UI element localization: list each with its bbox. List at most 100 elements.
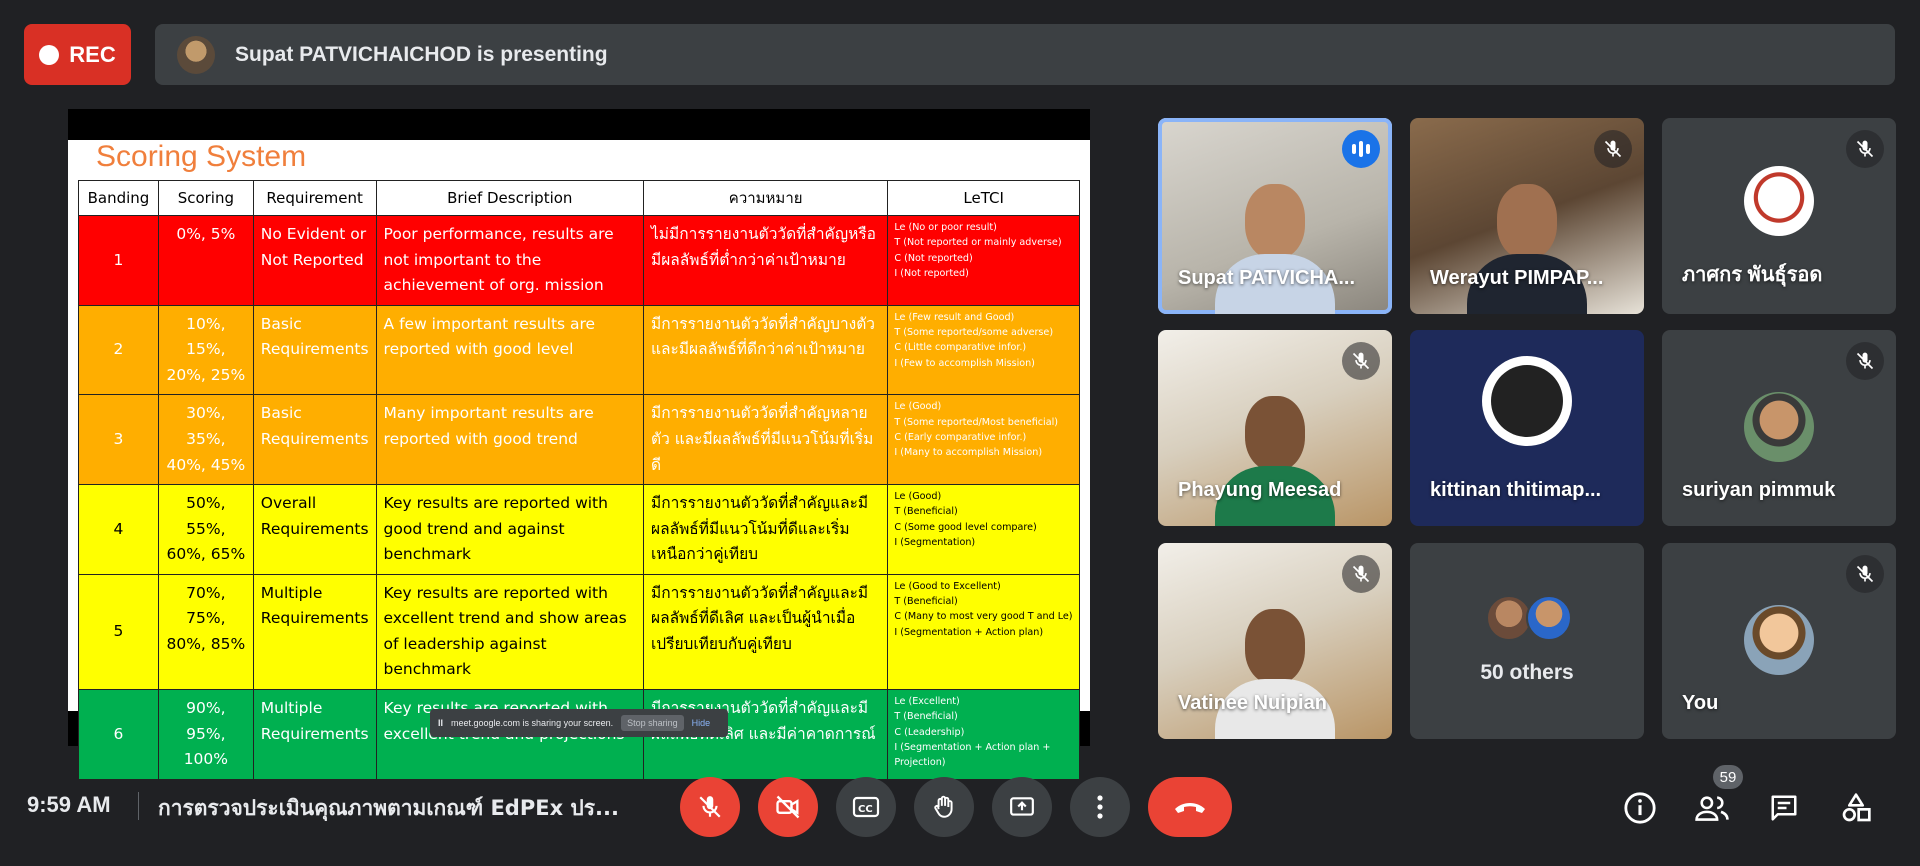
hide-button[interactable]: Hide: [692, 718, 711, 728]
participant-tile-vatinee[interactable]: Vatinee Nuipian: [1158, 543, 1392, 739]
letci-line: Le (Good): [894, 491, 942, 503]
info-icon: [1624, 792, 1656, 824]
presenter-bar: Supat PATVICHAICHOD is presenting: [155, 24, 1895, 85]
letci-line: C (Little comparative infor.): [894, 342, 1027, 354]
table-row: 3 30%, 35%, 40%, 45% Basic Requirements …: [78, 394, 1080, 486]
participant-tile-kittinan[interactable]: kittinan thitimap...: [1410, 330, 1644, 526]
letci-line: I (Few to accomplish Mission): [894, 357, 1035, 369]
participant-name: Supat PATVICHA...: [1178, 267, 1356, 289]
participant-name: You: [1682, 692, 1719, 714]
presenter-avatar: [177, 35, 215, 74]
cell-requirement: Basic Requirements: [252, 394, 377, 486]
pause-icon: II: [438, 718, 444, 728]
participant-head: [1245, 396, 1305, 471]
col-header-scoring: Scoring: [157, 180, 254, 216]
mic-off-icon: [1594, 130, 1632, 168]
participant-name: Phayung Meesad: [1178, 479, 1342, 501]
letci-line: C (Leadership): [894, 726, 965, 738]
participant-tile-werayut[interactable]: Werayut PIMPAP...: [1410, 118, 1644, 314]
participant-tile-phasakorn[interactable]: ภาศกร พันธุ์รอด: [1662, 118, 1896, 314]
record-dot-icon: [39, 44, 60, 65]
meeting-info-button[interactable]: [1620, 788, 1660, 828]
letci-line: Le (Few result and Good): [894, 311, 1015, 323]
cell-letci: Le (Excellent) T (Beneficial) C (Leaders…: [887, 689, 1080, 780]
participants-count-badge: 59: [1713, 765, 1743, 789]
col-header-thai-meaning: ความหมาย: [642, 180, 889, 216]
share-notice-text: meet.google.com is sharing your screen.: [451, 718, 614, 728]
present-screen-button[interactable]: [992, 777, 1052, 837]
cell-description: Key results are reported with excellent …: [375, 573, 645, 691]
cell-requirement: No Evident or Not Reported: [252, 215, 377, 306]
presenter-text: Supat PATVICHAICHOD is presenting: [235, 42, 608, 66]
activities-button[interactable]: [1836, 788, 1876, 828]
mic-off-icon: [1342, 555, 1380, 593]
shapes-icon: [1842, 793, 1871, 822]
participant-avatar: [1744, 166, 1814, 236]
table-row: 2 10%, 15%, 20%, 25% Basic Requirements …: [78, 304, 1080, 396]
participant-avatar: [1744, 392, 1814, 462]
participant-head: [1245, 184, 1305, 259]
mic-off-icon: [699, 796, 721, 818]
mic-off-icon: [1342, 342, 1380, 380]
participant-tile-suriyan[interactable]: suriyan pimmuk: [1662, 330, 1896, 526]
cell-thai: มีการรายงานตัววัดที่สำคัญและมีผลลัพธ์ที่…: [642, 573, 889, 691]
cell-banding: 1: [78, 215, 159, 306]
more-vert-icon: [1097, 795, 1103, 819]
cell-scoring: 10%, 15%, 20%, 25%: [157, 304, 254, 396]
cell-thai: มีการรายงานตัววัดที่สำคัญหลายตัว และมีผล…: [642, 394, 889, 486]
cell-scoring: 90%, 95%, 100%: [157, 689, 254, 780]
shared-screen: Scoring System Banding Scoring Requireme…: [68, 109, 1090, 780]
letci-line: I (Not reported): [894, 268, 969, 280]
people-icon: [1695, 796, 1729, 821]
cell-requirement: Multiple Requirements: [252, 573, 377, 691]
camera-toggle-button[interactable]: [758, 777, 818, 837]
letci-line: C (Early comparative infor.): [894, 432, 1027, 444]
mic-toggle-button[interactable]: [680, 777, 740, 837]
captions-icon: CC: [852, 796, 880, 818]
cell-letci: Le (No or poor result) T (Not reported o…: [887, 215, 1080, 306]
participant-tile-supat[interactable]: Supat PATVICHA...: [1158, 118, 1392, 314]
letci-line: I (Segmentation): [894, 537, 976, 549]
cell-letci: Le (Few result and Good) T (Some reporte…: [887, 304, 1080, 396]
cell-letci: Le (Good to Excellent) T (Beneficial) C …: [887, 573, 1080, 691]
participant-head: [1245, 609, 1305, 684]
svg-text:CC: CC: [858, 804, 873, 815]
table-row: 5 70%, 75%, 80%, 85% Multiple Requiremen…: [78, 573, 1080, 691]
others-label: 50 others: [1480, 661, 1574, 684]
cell-requirement: Overall Requirements: [252, 484, 377, 575]
letci-line: T (Beneficial): [894, 711, 958, 723]
letci-line: T (Some reported/some adverse): [894, 327, 1054, 339]
participant-tile-you[interactable]: You: [1662, 543, 1896, 739]
table-row: 4 50%, 55%, 60%, 65% Overall Requirement…: [78, 484, 1080, 575]
raise-hand-button[interactable]: [914, 777, 974, 837]
letci-line: T (Some reported/Most beneficial): [894, 416, 1058, 428]
cell-banding: 2: [78, 304, 159, 396]
participant-tile-others[interactable]: 50 others: [1410, 543, 1644, 739]
letci-line: I (Segmentation + Action plan): [894, 626, 1044, 638]
stop-sharing-button[interactable]: Stop sharing: [621, 715, 684, 731]
letci-line: T (Beneficial): [894, 596, 958, 608]
cell-requirement: Multiple Requirements: [252, 689, 377, 780]
chat-button[interactable]: [1764, 788, 1804, 828]
participants-button[interactable]: [1692, 788, 1732, 828]
more-options-button[interactable]: [1070, 777, 1130, 837]
clock: 9:59 AM: [27, 792, 111, 817]
table-row: 1 0%, 5% No Evident or Not Reported Poor…: [78, 215, 1080, 306]
participant-head: [1497, 184, 1557, 259]
captions-button[interactable]: CC: [836, 777, 896, 837]
participant-video: [1467, 164, 1587, 314]
cell-thai: มีการรายงานตัววัดที่สำคัญและมีผลลัพธ์ที่…: [642, 484, 889, 575]
slide-title: Scoring System: [96, 140, 307, 173]
cell-scoring: 30%, 35%, 40%, 45%: [157, 394, 254, 486]
divider: [138, 792, 139, 820]
letci-line: C (Many to most very good T and Le): [894, 611, 1073, 623]
col-header-brief-description: Brief Description: [375, 180, 645, 216]
participant-tile-phayung[interactable]: Phayung Meesad: [1158, 330, 1392, 526]
leave-call-button[interactable]: [1148, 777, 1232, 837]
letci-line: Le (No or poor result): [894, 222, 997, 233]
slide-content: Scoring System Banding Scoring Requireme…: [68, 140, 1090, 780]
letci-line: T (Not reported or mainly adverse): [894, 237, 1062, 249]
col-header-requirement: Requirement: [252, 180, 377, 216]
present-icon: [1010, 797, 1034, 816]
obs-logo-icon: [1482, 356, 1572, 446]
